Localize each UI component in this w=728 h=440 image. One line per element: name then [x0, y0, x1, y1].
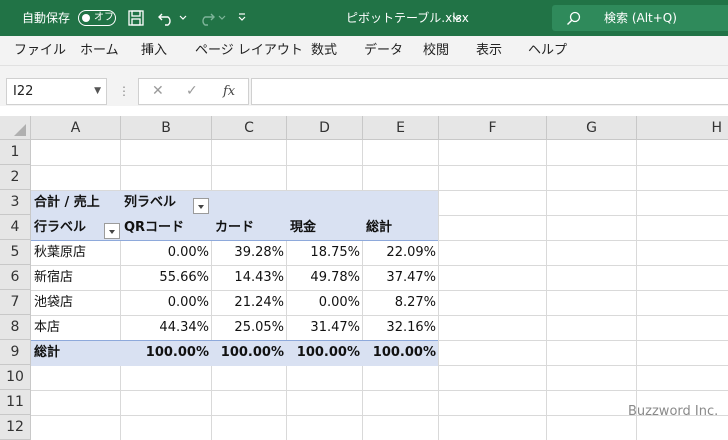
- formula-bar-grip-icon[interactable]: ⋮: [118, 84, 130, 98]
- select-all-corner[interactable]: [0, 116, 31, 140]
- pivot-cell[interactable]: 44.34%: [121, 315, 212, 340]
- pivot-total-cell[interactable]: 100.00%: [287, 340, 363, 365]
- pivot-cell[interactable]: 18.75%: [287, 240, 363, 265]
- column-header-e[interactable]: E: [363, 116, 439, 140]
- tab-help[interactable]: ヘルプ: [528, 36, 567, 66]
- cancel-icon: ✕: [152, 83, 164, 99]
- title-bar: 自動保存 オフ ピボットテーブル.xlsx 検索 (Alt+Q): [0, 0, 728, 36]
- row-header-3[interactable]: 3: [0, 190, 31, 215]
- name-box[interactable]: I22 ▼: [6, 78, 107, 105]
- row-header-7[interactable]: 7: [0, 290, 31, 315]
- row-header-11[interactable]: 11: [0, 390, 31, 415]
- pivot-header-card[interactable]: カード: [212, 215, 254, 240]
- pivot-cell[interactable]: 0.00%: [121, 240, 212, 265]
- tab-page-layout[interactable]: ページ レイアウト: [195, 36, 303, 66]
- file-name[interactable]: ピボットテーブル.xlsx: [346, 0, 469, 36]
- pivot-value-field[interactable]: 合計 / 売上: [31, 190, 100, 215]
- autosave-state: オフ: [94, 12, 114, 23]
- insert-function-icon[interactable]: fx: [223, 79, 235, 104]
- search-box[interactable]: 検索 (Alt+Q): [552, 5, 728, 31]
- watermark: Buzzword Inc.: [628, 404, 719, 419]
- undo-dropdown-icon[interactable]: [179, 15, 187, 21]
- pivot-cell[interactable]: 8.27%: [363, 290, 439, 315]
- autosave-label: 自動保存: [22, 11, 71, 25]
- tab-data[interactable]: データ: [364, 36, 403, 66]
- row-filter-button[interactable]: [104, 223, 120, 239]
- pivot-cell[interactable]: 0.00%: [287, 290, 363, 315]
- pivot-total-cell[interactable]: 100.00%: [212, 340, 287, 365]
- undo-icon[interactable]: [157, 9, 177, 27]
- tab-formulas[interactable]: 数式: [311, 36, 337, 66]
- pivot-header-qr[interactable]: QRコード: [121, 215, 184, 240]
- formula-buttons: ✕ ✓ fx: [138, 78, 249, 105]
- search-placeholder: 検索 (Alt+Q): [604, 11, 677, 25]
- row-header-2[interactable]: 2: [0, 165, 31, 190]
- pivot-cell[interactable]: 0.00%: [121, 290, 212, 315]
- column-filter-button[interactable]: [193, 198, 209, 214]
- row-header-4[interactable]: 4: [0, 215, 31, 240]
- column-header-f[interactable]: F: [439, 116, 547, 140]
- pivot-cell[interactable]: 21.24%: [212, 290, 287, 315]
- grid-line: [31, 415, 728, 416]
- search-icon: [567, 11, 581, 25]
- row-header-12[interactable]: 12: [0, 415, 31, 440]
- pivot-row-label[interactable]: 本店: [31, 315, 60, 340]
- autosave-toggle[interactable]: オフ: [78, 10, 116, 26]
- tab-insert[interactable]: 挿入: [141, 36, 167, 66]
- tab-home[interactable]: ホーム: [80, 36, 119, 66]
- enter-icon: ✓: [186, 83, 198, 99]
- pivot-cell[interactable]: 55.66%: [121, 265, 212, 290]
- pivot-row-label[interactable]: 秋葉原店: [31, 240, 86, 265]
- column-header-g[interactable]: G: [547, 116, 637, 140]
- row-header-5[interactable]: 5: [0, 240, 31, 265]
- toggle-knob: [82, 14, 90, 22]
- row-header-8[interactable]: 8: [0, 315, 31, 340]
- row-filter-arrow-icon: [109, 230, 115, 234]
- column-header-c[interactable]: C: [212, 116, 287, 140]
- pivot-cell[interactable]: 14.43%: [212, 265, 287, 290]
- select-all-triangle: [14, 124, 26, 136]
- pivot-total-cell[interactable]: 100.00%: [121, 340, 212, 365]
- redo-icon: [202, 13, 215, 26]
- pivot-total-label[interactable]: 総計: [31, 340, 60, 365]
- pivot-cell[interactable]: 25.05%: [212, 315, 287, 340]
- column-header-a[interactable]: A: [31, 116, 121, 140]
- row-header-10[interactable]: 10: [0, 365, 31, 390]
- pivot-row-label[interactable]: 池袋店: [31, 290, 73, 315]
- column-header-b[interactable]: B: [121, 116, 212, 140]
- pivot-cell[interactable]: 31.47%: [287, 315, 363, 340]
- column-header-h[interactable]: H: [637, 116, 728, 140]
- pivot-header-total[interactable]: 総計: [363, 215, 392, 240]
- tab-view[interactable]: 表示: [476, 36, 502, 66]
- pivot-column-labels[interactable]: 列ラベル: [121, 190, 176, 215]
- column-filter-arrow-icon: [198, 205, 204, 209]
- column-header-d[interactable]: D: [287, 116, 363, 140]
- pivot-header-cash[interactable]: 現金: [287, 215, 316, 240]
- name-box-dropdown-icon[interactable]: ▼: [94, 79, 101, 104]
- pivot-row-label[interactable]: 新宿店: [31, 265, 73, 290]
- row-header-9[interactable]: 9: [0, 340, 31, 365]
- pivot-total-cell[interactable]: 100.00%: [363, 340, 439, 365]
- grid-line: [31, 390, 728, 391]
- formula-bar: I22 ▼ ⋮ ✕ ✓ fx: [0, 78, 728, 106]
- pivot-row-labels[interactable]: 行ラベル: [31, 215, 86, 240]
- grid-line: [31, 165, 728, 166]
- formula-input[interactable]: [251, 78, 728, 105]
- name-box-value: I22: [13, 84, 34, 99]
- pivot-cell[interactable]: 32.16%: [363, 315, 439, 340]
- row-header-6[interactable]: 6: [0, 265, 31, 290]
- pivot-cell[interactable]: 39.28%: [212, 240, 287, 265]
- pivot-cell[interactable]: 37.47%: [363, 265, 439, 290]
- tab-review[interactable]: 校閲: [423, 36, 449, 66]
- save-icon[interactable]: [127, 9, 145, 27]
- ribbon-tabs: ファイル ホーム 挿入 ページ レイアウト 数式 データ 校閲 表示 ヘルプ: [0, 36, 728, 66]
- row-header-1[interactable]: 1: [0, 140, 31, 165]
- customize-toolbar-icon[interactable]: [237, 12, 247, 24]
- pivot-cell[interactable]: 22.09%: [363, 240, 439, 265]
- file-name-chevron-icon[interactable]: [452, 15, 462, 22]
- pivot-cell[interactable]: 49.78%: [287, 265, 363, 290]
- ribbon-gap: [0, 66, 728, 78]
- tab-file[interactable]: ファイル: [14, 36, 66, 66]
- redo-dropdown-icon: [218, 15, 226, 20]
